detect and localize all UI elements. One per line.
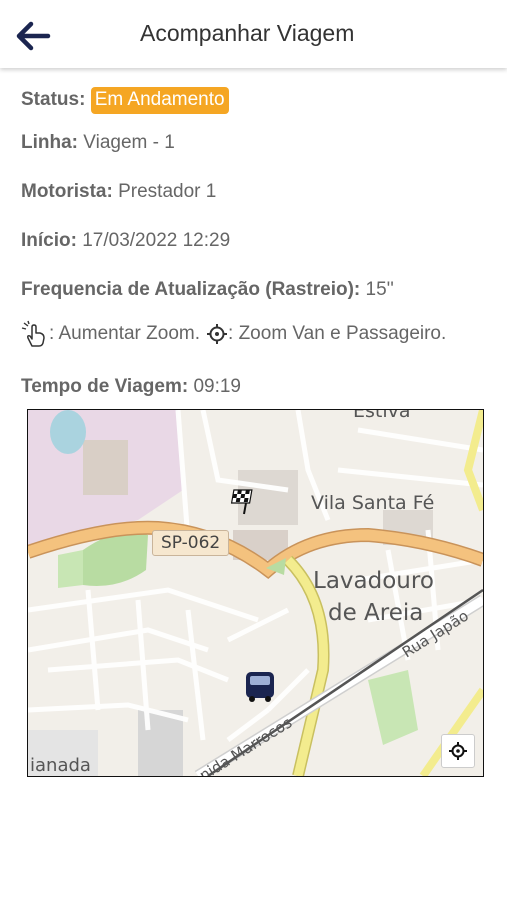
app-header: Acompanhar Viagem xyxy=(0,0,507,68)
map-label-lavadouro-1: Lavadouro xyxy=(313,568,434,594)
hand-tap-icon xyxy=(21,320,49,348)
inicio-row: Início: 17/03/2022 12:29 xyxy=(21,230,230,252)
inicio-value: 17/03/2022 12:29 xyxy=(82,230,231,251)
motorista-row: Motorista: Prestador 1 xyxy=(21,181,216,203)
tempo-label: Tempo de Viagem: xyxy=(21,376,189,397)
linha-value: Viagem - 1 xyxy=(83,132,175,153)
motorista-value: Prestador 1 xyxy=(118,181,217,202)
map-label-vila: Vila Santa Fé xyxy=(311,492,435,514)
trip-map[interactable]: Estiva Vila Santa Fé Lavadouro de Areia … xyxy=(27,409,484,777)
locate-button[interactable] xyxy=(441,734,475,768)
status-row: Status: Em Andamento xyxy=(21,87,229,114)
frequencia-label: Frequencia de Atualização (Rastreio): xyxy=(21,279,361,300)
van-icon xyxy=(246,672,274,702)
crosshair-icon xyxy=(449,742,467,760)
crosshair-icon xyxy=(206,323,228,345)
back-arrow-icon[interactable] xyxy=(12,16,52,56)
tempo-value: 09:19 xyxy=(193,376,241,397)
page-title: Acompanhar Viagem xyxy=(140,20,355,46)
status-label: Status: xyxy=(21,89,86,110)
motorista-label: Motorista: xyxy=(21,181,113,202)
zoom-hint-2: : Zoom Van e Passageiro. xyxy=(228,323,447,344)
map-label-chanada: ianada xyxy=(30,755,91,776)
tempo-row: Tempo de Viagem: 09:19 xyxy=(21,376,241,398)
zoom-hint-row: : Aumentar Zoom. : Zoom Van e Passageiro… xyxy=(21,320,446,348)
zoom-hint-1: : Aumentar Zoom. xyxy=(49,323,201,344)
linha-row: Linha: Viagem - 1 xyxy=(21,132,175,154)
status-badge: Em Andamento xyxy=(90,87,229,114)
road-shield-sp062: SP-062 xyxy=(152,530,230,556)
frequencia-row: Frequencia de Atualização (Rastreio): 15… xyxy=(21,279,394,301)
frequencia-value: 15'' xyxy=(365,279,394,300)
inicio-label: Início: xyxy=(21,230,77,251)
map-label-lavadouro-2: de Areia xyxy=(328,600,424,626)
linha-label: Linha: xyxy=(21,132,78,153)
map-label-estiva: Estiva xyxy=(353,409,411,422)
